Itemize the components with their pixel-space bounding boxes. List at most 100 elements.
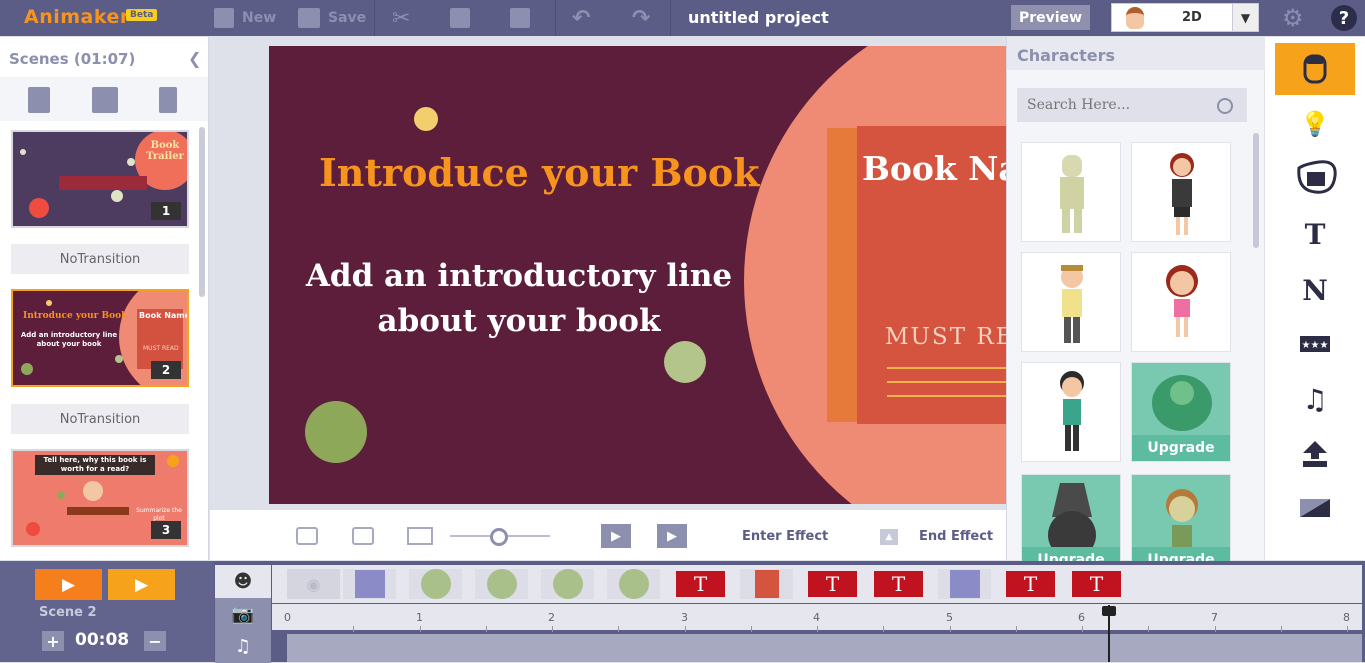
center-target-icon[interactable] bbox=[296, 527, 318, 545]
scenes-scrollbar[interactable] bbox=[199, 127, 205, 297]
new-scene-icon[interactable] bbox=[28, 87, 50, 113]
undo-button[interactable]: ↶ bbox=[572, 0, 590, 36]
decrease-duration-button[interactable]: − bbox=[144, 631, 166, 651]
preview-button[interactable]: Preview bbox=[1011, 5, 1090, 30]
character-card-monster-premium[interactable]: Upgrade bbox=[1131, 362, 1231, 462]
grid-icon[interactable] bbox=[407, 527, 433, 545]
timeline-tab-music[interactable]: ♫ bbox=[215, 630, 271, 663]
save-button[interactable]: Save bbox=[298, 0, 366, 36]
new-button[interactable]: New bbox=[214, 0, 276, 36]
timeline-text-item[interactable]: T bbox=[1004, 569, 1057, 599]
tool-music[interactable]: ♫ bbox=[1275, 373, 1355, 425]
scene-thumbnail-2[interactable]: Introduce your Book Add an introductory … bbox=[11, 289, 189, 387]
character-card-witch-premium[interactable]: Upgrade bbox=[1021, 474, 1121, 574]
redo-button[interactable]: ↷ bbox=[632, 0, 650, 36]
stage-canvas[interactable]: Introduce your Book Add an introductory … bbox=[269, 46, 1006, 504]
search-icon[interactable] bbox=[1217, 98, 1233, 114]
play-from-start-icon: ▶ bbox=[61, 574, 76, 595]
tool-upload[interactable] bbox=[1275, 428, 1355, 480]
canvas-title-text[interactable]: Introduce your Book bbox=[319, 150, 760, 195]
timeline-item[interactable] bbox=[740, 569, 793, 599]
save-icon bbox=[298, 8, 320, 28]
fit-screen-icon[interactable] bbox=[352, 527, 374, 545]
help-button[interactable]: ? bbox=[1331, 5, 1357, 31]
mode-select[interactable]: 2D ▼ bbox=[1111, 3, 1259, 32]
eye-icon: ◉ bbox=[306, 574, 321, 594]
project-title[interactable]: untitled project bbox=[688, 8, 829, 27]
timeline-item[interactable] bbox=[607, 569, 660, 599]
character-card-girl[interactable] bbox=[1131, 252, 1231, 352]
delete-scene-icon[interactable] bbox=[159, 87, 177, 113]
play-icon: ▶ bbox=[134, 574, 149, 595]
timeline-item[interactable] bbox=[409, 569, 462, 599]
svg-text:★★★: ★★★ bbox=[1302, 340, 1329, 351]
play-all-button[interactable]: ▶ bbox=[35, 569, 102, 600]
collapse-chevron-icon[interactable]: ❮ bbox=[188, 49, 201, 68]
chevron-down-icon[interactable]: ▼ bbox=[1232, 4, 1258, 31]
cut-button[interactable]: ✂ bbox=[392, 0, 410, 36]
character-card-zombie-premium[interactable]: Upgrade bbox=[1131, 474, 1231, 574]
character-card-businesswoman[interactable] bbox=[1131, 142, 1231, 242]
timeline-item[interactable] bbox=[343, 569, 396, 599]
play-button[interactable]: ▶ bbox=[108, 569, 175, 600]
timeline-text-item[interactable]: T bbox=[674, 569, 727, 599]
paste-button[interactable] bbox=[510, 0, 538, 36]
zoom-slider-handle[interactable] bbox=[490, 528, 508, 546]
scene-duration: 00:08 bbox=[75, 630, 130, 650]
end-effect-button[interactable]: End Effect bbox=[919, 529, 993, 544]
character-face-icon: ☻ bbox=[233, 571, 253, 592]
character-card-mummy[interactable] bbox=[1021, 142, 1121, 242]
timeline-item[interactable] bbox=[938, 569, 991, 599]
character-search-input[interactable] bbox=[1017, 88, 1247, 122]
timeline-item-eye[interactable]: ◉ bbox=[287, 569, 340, 599]
timeline-text-item[interactable]: T bbox=[872, 569, 925, 599]
upgrade-badge[interactable]: Upgrade bbox=[1132, 435, 1230, 461]
play-from-start-button[interactable]: ▶ bbox=[601, 524, 631, 548]
copy-button[interactable] bbox=[450, 0, 478, 36]
tool-transitions[interactable] bbox=[1275, 482, 1355, 534]
scene-thumbnail-1[interactable]: Book Trailer 1 bbox=[11, 130, 189, 228]
tool-text[interactable]: T bbox=[1275, 208, 1355, 260]
ruler-minor-tick bbox=[1016, 626, 1017, 632]
timeline-item-thumb bbox=[949, 570, 980, 598]
enter-effect-button[interactable]: Enter Effect bbox=[742, 529, 828, 544]
play-scene-button[interactable]: ▶ bbox=[657, 524, 687, 548]
increase-duration-button[interactable]: + bbox=[42, 631, 64, 651]
timeline-text-item[interactable]: T bbox=[1070, 569, 1123, 599]
characters-scrollbar[interactable] bbox=[1253, 133, 1259, 248]
timeline-item[interactable] bbox=[541, 569, 594, 599]
scenes-panel: Scenes (01:07) ❮ Book Trailer 1 NoTransi… bbox=[0, 37, 209, 560]
canvas-subtitle-text[interactable]: Add an introductory line about your book bbox=[299, 254, 739, 344]
audio-track-bar[interactable] bbox=[287, 634, 1362, 662]
transition-button-2[interactable]: NoTransition bbox=[11, 404, 189, 434]
tool-props[interactable]: 💡 bbox=[1275, 98, 1355, 150]
book-name-text[interactable]: Book Na bbox=[862, 149, 1006, 188]
timeline-tab-characters[interactable]: ☻ bbox=[215, 565, 271, 598]
must-read-text[interactable]: MUST REA bbox=[885, 324, 1006, 350]
timeline-item[interactable] bbox=[475, 569, 528, 599]
effect-up-icon[interactable]: ▲ bbox=[880, 529, 898, 545]
character-card-boy[interactable] bbox=[1021, 362, 1121, 462]
upload-icon bbox=[1303, 441, 1327, 467]
timeline-text-item[interactable]: T bbox=[806, 569, 859, 599]
timeline-item-thumb bbox=[486, 569, 517, 599]
tool-backgrounds[interactable] bbox=[1275, 150, 1355, 202]
tool-numbers[interactable]: N bbox=[1275, 264, 1355, 316]
scenes-title: Scenes (01:07) bbox=[9, 50, 136, 68]
music-note-icon: ♫ bbox=[234, 636, 252, 657]
characters-panel: Characters Upgrade Upgrade Upgrade bbox=[1006, 37, 1265, 574]
timeline-tab-camera[interactable]: 📷 bbox=[215, 598, 271, 631]
play-from-start-icon: ▶ bbox=[611, 528, 621, 544]
scene-number: 1 bbox=[151, 202, 181, 220]
transition-button-1[interactable]: NoTransition bbox=[11, 244, 189, 274]
undo-icon: ↶ bbox=[572, 5, 591, 31]
duplicate-scene-icon[interactable] bbox=[92, 87, 118, 113]
playhead-handle[interactable] bbox=[1102, 606, 1116, 616]
gear-icon[interactable]: ⚙ bbox=[1282, 6, 1306, 30]
character-card-man[interactable] bbox=[1021, 252, 1121, 352]
image-icon bbox=[1297, 160, 1337, 194]
ruler-minor-tick bbox=[1148, 626, 1149, 632]
tool-characters[interactable] bbox=[1275, 43, 1355, 95]
tool-effects[interactable]: ★★★ bbox=[1275, 318, 1355, 370]
scene-thumbnail-3[interactable]: Tell here, why this book is worth for a … bbox=[11, 449, 189, 547]
